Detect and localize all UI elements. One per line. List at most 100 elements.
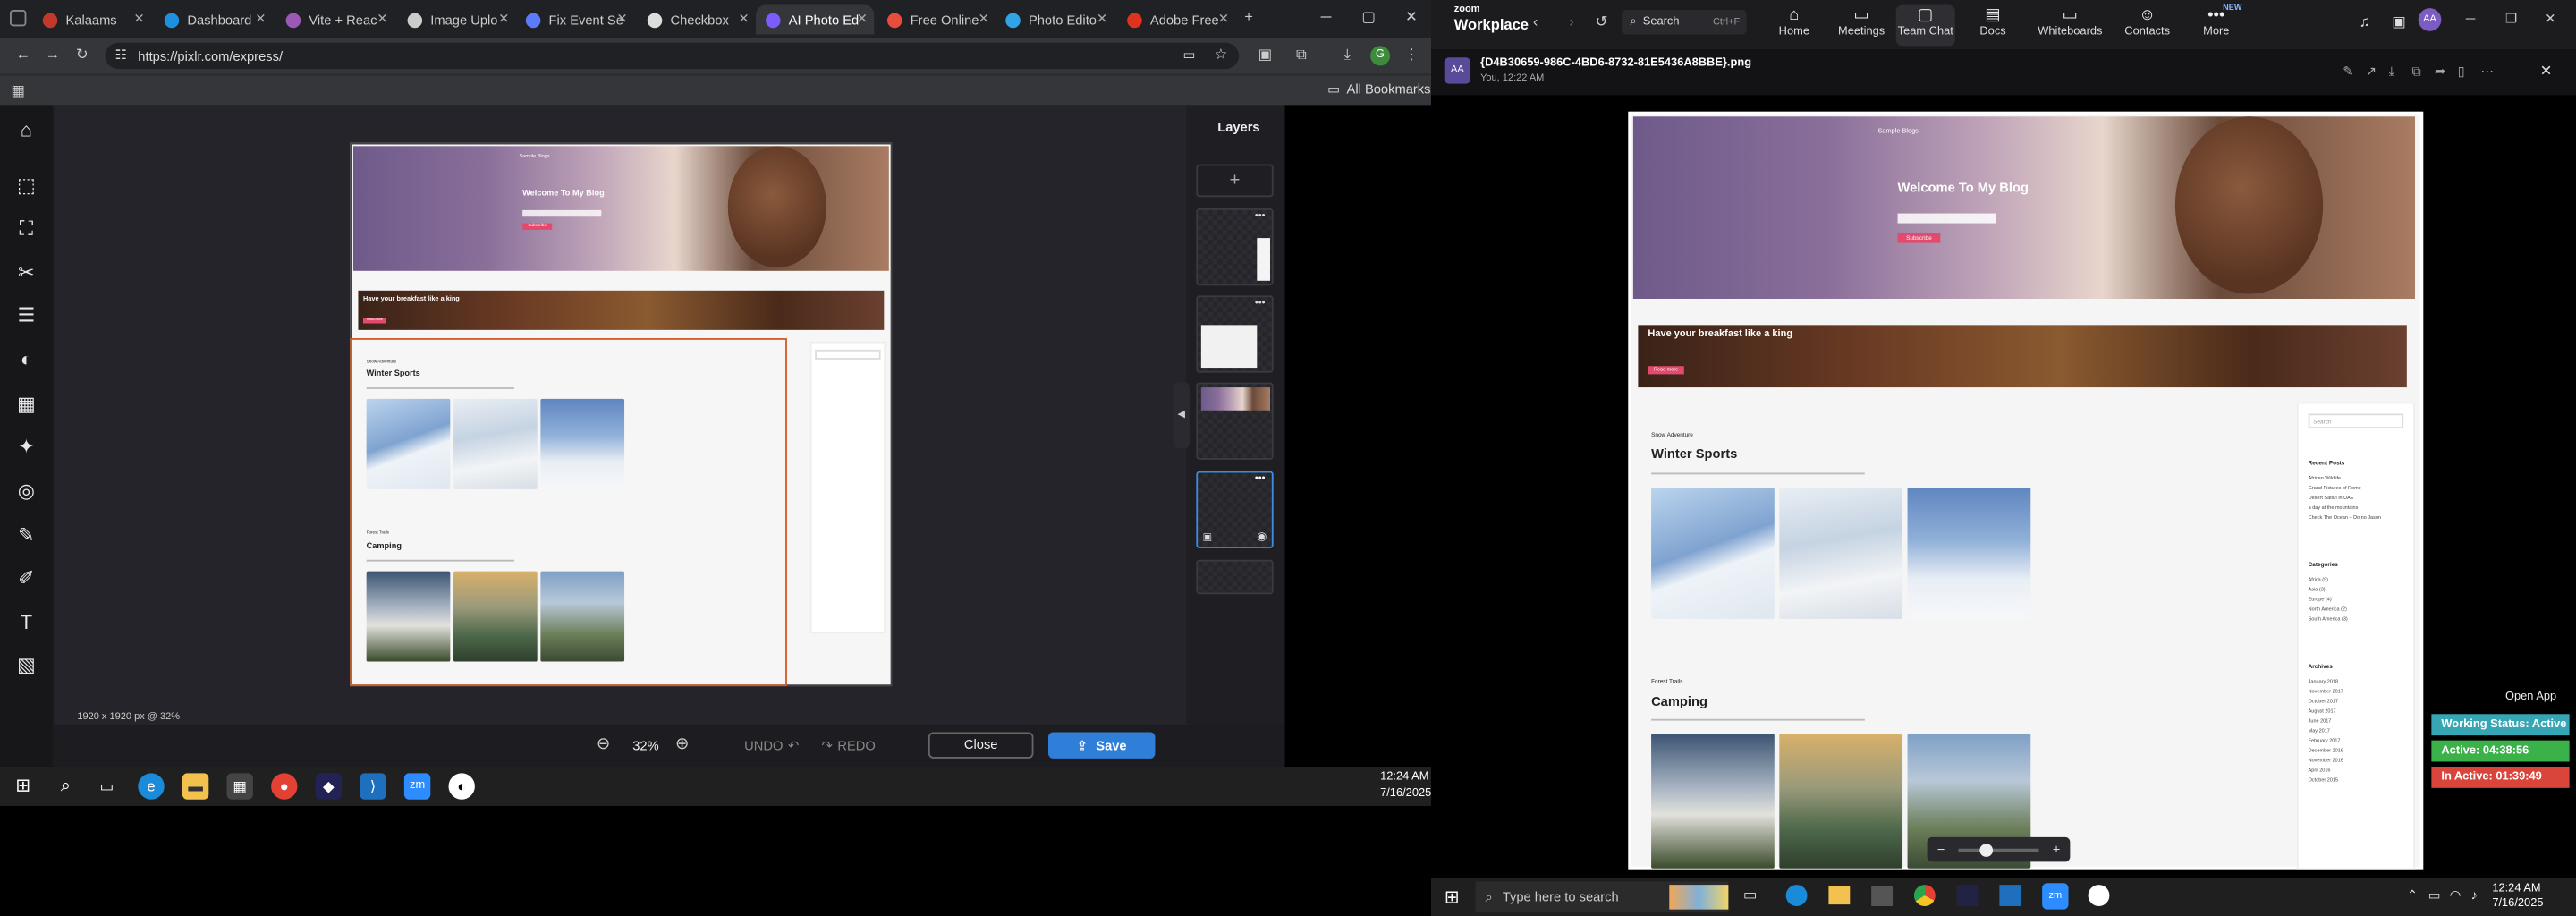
zoom-slider-thumb[interactable] [1979, 843, 1993, 857]
nav-contacts[interactable]: ☺ Contacts [2118, 5, 2177, 47]
tab-search-icon[interactable] [10, 10, 27, 27]
tray-chevron-icon[interactable]: ⌃ [2407, 888, 2418, 903]
pixlr-taskbar-icon[interactable]: ◐ [448, 773, 475, 800]
tab-0[interactable]: Kalaams ✕ [33, 5, 151, 35]
arrange-tool-icon[interactable]: ⬚ [13, 173, 39, 199]
cutout-tool-icon[interactable]: ✂ [13, 259, 39, 285]
edit-icon[interactable]: ✎ [2343, 64, 2353, 80]
copy-icon[interactable]: ⧉ [2411, 64, 2421, 81]
layer-menu-icon[interactable]: ••• [1255, 212, 1266, 222]
vscode-icon[interactable]: ⟩ [360, 773, 386, 800]
tab-8[interactable]: Photo Edito ✕ [996, 5, 1114, 35]
store-icon[interactable]: ▦ [226, 773, 253, 800]
draw-tool-icon[interactable]: ✐ [13, 564, 39, 590]
layer-thumb-3[interactable] [1196, 382, 1274, 460]
tab-2[interactable]: Vite + Reac ✕ [276, 5, 394, 35]
zoom-level[interactable]: 32% [632, 739, 658, 754]
document-canvas[interactable]: Sample Blogs Welcome To My Blog Subscrib… [350, 142, 893, 687]
redo-button[interactable]: ↷ REDO [822, 739, 876, 754]
history-icon[interactable]: ↺ [1596, 13, 1608, 31]
app-icon[interactable] [1956, 885, 1979, 906]
tab-9[interactable]: Adobe Free ✕ [1117, 5, 1235, 35]
close-icon[interactable]: ✕ [377, 12, 387, 27]
restore-icon[interactable]: ❐ [2505, 12, 2517, 27]
profile-avatar[interactable]: G [1370, 46, 1391, 66]
chrome-icon[interactable]: ● [271, 773, 298, 800]
close-icon[interactable]: ✕ [616, 12, 627, 27]
zoom-out-icon[interactable]: − [1937, 842, 1945, 857]
all-bookmarks[interactable]: ▭ All Bookmarks [1327, 82, 1430, 98]
nav-whiteboards[interactable]: ▭ Whiteboards [2030, 5, 2109, 47]
close-window-icon[interactable]: ✕ [2545, 12, 2555, 27]
collapse-panel-handle[interactable]: ◀ [1173, 382, 1190, 448]
viewer-zoom-control[interactable]: − + [1927, 836, 2071, 862]
tab-3[interactable]: Image Uplo ✕ [398, 5, 516, 35]
tab-7[interactable]: Free Online ✕ [877, 5, 996, 35]
close-icon[interactable]: ✕ [857, 12, 868, 27]
tab-5[interactable]: Checkbox ✕ [638, 5, 756, 35]
minimize-icon[interactable]: ─ [2466, 12, 2475, 27]
close-icon[interactable]: ✕ [255, 12, 266, 27]
zoom-out-icon[interactable]: ⊖ [597, 735, 610, 753]
network-icon[interactable]: ▭ [2428, 888, 2441, 903]
notifications-icon[interactable]: ♫ [2360, 13, 2370, 30]
menu-icon[interactable]: ⋮ [1403, 46, 1419, 64]
site-info-icon[interactable]: ☷ [115, 47, 127, 63]
minimize-icon[interactable]: ─ [1315, 8, 1338, 24]
undo-button[interactable]: UNDO ↶ [744, 739, 799, 754]
filter-tool-icon[interactable]: ◐ [13, 346, 39, 372]
close-icon[interactable]: ✕ [1218, 12, 1229, 27]
windows-start-icon[interactable]: ⊞ [10, 773, 36, 799]
liquify-tool-icon[interactable]: ◎ [13, 478, 39, 504]
open-app-label[interactable]: Open App [2505, 691, 2556, 703]
nav-docs[interactable]: ▤ Docs [1963, 5, 2022, 47]
visibility-eye-icon[interactable]: ◉ [1257, 530, 1267, 544]
zoom-app-icon[interactable]: zm [2042, 883, 2069, 910]
store-icon[interactable] [1871, 886, 1894, 906]
zoom-in-icon[interactable]: + [2053, 842, 2061, 857]
taskbar-search-box[interactable]: ⌕ Type here to search [1475, 881, 1729, 913]
retouch-tool-icon[interactable]: ✎ [13, 522, 39, 548]
apps-icon[interactable]: ▣ [2392, 13, 2406, 31]
close-icon[interactable]: ✕ [738, 12, 749, 27]
download-icon[interactable]: ⤓ [1337, 46, 1357, 64]
apps-icon[interactable]: ▦ [10, 82, 26, 100]
layer-menu-icon[interactable]: ••• [1255, 474, 1266, 484]
wifi-icon[interactable]: ◠ [2450, 888, 2462, 903]
layer-thumb-4-selected[interactable]: ••• ▣ ◉ [1196, 471, 1274, 548]
task-view-icon[interactable]: ▭ [94, 773, 120, 799]
windows-start-icon[interactable]: ⊞ [1445, 886, 1460, 908]
close-viewer-icon[interactable]: ✕ [2540, 63, 2553, 81]
nav-home[interactable]: ⌂ Home [1765, 5, 1824, 47]
add-layer-button[interactable]: + [1196, 164, 1274, 198]
file-explorer-icon[interactable]: ▬ [182, 773, 209, 800]
back-icon[interactable]: ‹ [1533, 13, 1538, 30]
task-view-icon[interactable]: ▭ [1743, 886, 1758, 904]
back-icon[interactable]: ← [13, 46, 33, 62]
close-icon[interactable]: ✕ [979, 12, 989, 27]
forward-share-icon[interactable]: ➦ [2435, 64, 2445, 80]
new-tab-icon[interactable]: + [1239, 8, 1258, 24]
vscode-icon[interactable] [1999, 885, 2021, 906]
chrome-icon[interactable] [1913, 885, 1936, 906]
ai-tool-icon[interactable]: ✦ [13, 433, 39, 459]
reload-icon[interactable]: ↻ [72, 46, 92, 64]
nav-team-chat[interactable]: ▢ Team Chat [1895, 4, 1955, 47]
tab-1[interactable]: Dashboard ✕ [155, 5, 273, 35]
effect-tool-icon[interactable]: ▦ [13, 391, 39, 417]
download-icon[interactable]: ⤓ [2389, 64, 2395, 81]
tab-6[interactable]: AI Photo Ed ✕ [756, 4, 875, 35]
save-button[interactable]: ⇪ Save [1048, 732, 1156, 759]
close-button[interactable]: Close [928, 732, 1034, 759]
zoom-app-icon[interactable]: zm [403, 773, 431, 800]
app-icon[interactable]: ◆ [315, 773, 343, 800]
extension-icon[interactable]: ▣ [1255, 46, 1275, 64]
volume-icon[interactable]: ♪ [2470, 888, 2477, 903]
install-icon[interactable]: ▭ [1183, 47, 1196, 63]
forward-icon[interactable]: › [1569, 13, 1574, 30]
text-tool-icon[interactable]: T [13, 609, 39, 635]
zoom-slider-track[interactable] [1957, 843, 2040, 857]
adjust-tool-icon[interactable]: ☰ [13, 302, 39, 328]
layer-thumb-2[interactable]: ••• [1196, 295, 1274, 373]
close-window-icon[interactable]: ✕ [1400, 8, 1423, 26]
